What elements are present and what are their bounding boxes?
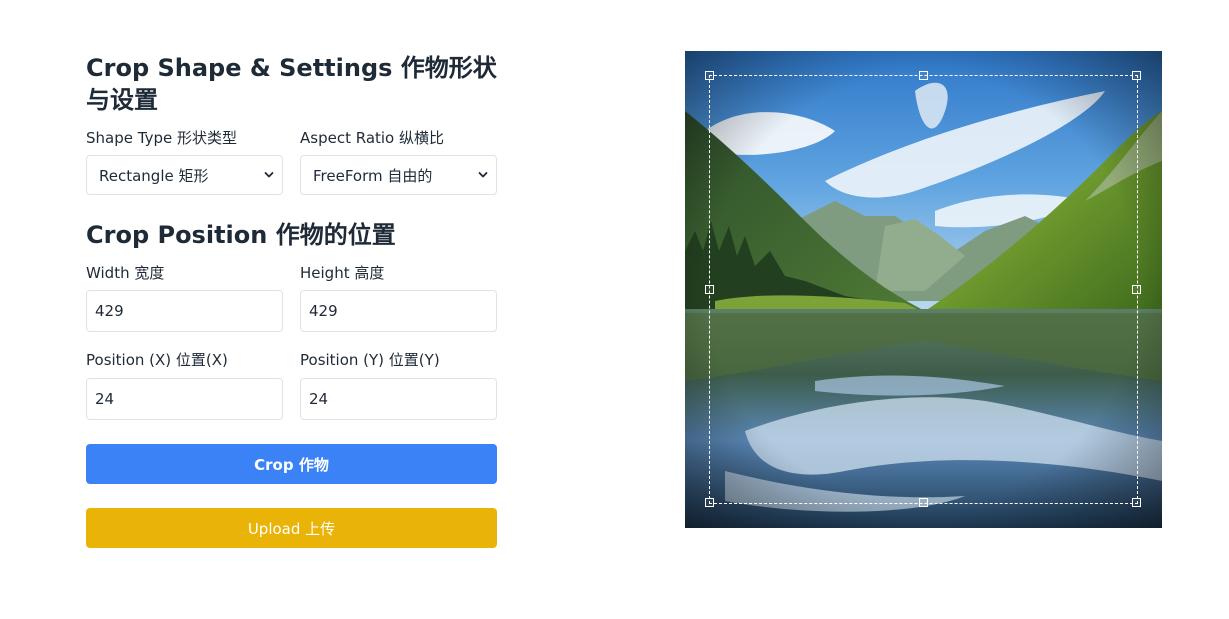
shape-settings-row: Shape Type 形状类型 Rectangle 矩形 Aspect Rati… [86, 128, 497, 195]
chevron-down-icon [264, 172, 274, 178]
aspect-ratio-label: Aspect Ratio 纵横比 [300, 129, 445, 147]
settings-panel: Crop Shape & Settings 作物形状与设置 Shape Type… [86, 52, 497, 548]
aspect-ratio-value: FreeForm 自由的 [313, 166, 433, 185]
resize-handle-left[interactable] [705, 284, 714, 294]
image-preview[interactable] [685, 51, 1162, 528]
resize-handle-top-right[interactable] [1132, 71, 1141, 80]
shape-type-group: Shape Type 形状类型 Rectangle 矩形 [86, 128, 283, 195]
position-x-label: Position (X) 位置(X) [86, 351, 228, 369]
position-x-value: 24 [95, 390, 115, 408]
upload-button[interactable]: Upload 上传 [86, 508, 497, 548]
position-x-group: Position (X) 位置(X) 24 [86, 350, 283, 420]
aspect-ratio-select[interactable]: FreeForm 自由的 [300, 155, 497, 195]
chevron-down-icon [478, 172, 488, 178]
aspect-ratio-group: Aspect Ratio 纵横比 FreeForm 自由的 [300, 128, 497, 195]
position-y-label: Position (Y) 位置(Y) [300, 351, 440, 369]
width-input[interactable]: 429 [86, 290, 283, 332]
crop-button[interactable]: Crop 作物 [86, 444, 497, 484]
resize-handle-top[interactable] [918, 71, 928, 80]
resize-handle-bottom-left[interactable] [705, 498, 714, 507]
height-label: Height 高度 [300, 264, 385, 282]
resize-handle-bottom[interactable] [918, 498, 928, 507]
crop-selection-box[interactable] [705, 71, 1141, 507]
position-y-input[interactable]: 24 [300, 378, 497, 420]
crop-position-title: Crop Position 作物的位置 [86, 221, 396, 249]
height-input[interactable]: 429 [300, 290, 497, 332]
width-group: Width 宽度 429 [86, 263, 283, 332]
position-row: Position (X) 位置(X) 24 Position (Y) 位置(Y)… [86, 350, 497, 420]
resize-handle-top-left[interactable] [705, 71, 714, 80]
crop-tool-page: Crop Shape & Settings 作物形状与设置 Shape Type… [0, 0, 1229, 619]
shape-settings-title: Crop Shape & Settings 作物形状与设置 [86, 54, 497, 114]
shape-type-select[interactable]: Rectangle 矩形 [86, 155, 283, 195]
position-x-input[interactable]: 24 [86, 378, 283, 420]
shape-type-label: Shape Type 形状类型 [86, 129, 237, 147]
position-y-value: 24 [309, 390, 329, 408]
position-y-group: Position (Y) 位置(Y) 24 [300, 350, 497, 420]
width-value: 429 [95, 302, 124, 320]
height-value: 429 [309, 302, 338, 320]
resize-handle-bottom-right[interactable] [1132, 498, 1141, 507]
height-group: Height 高度 429 [300, 263, 497, 332]
width-label: Width 宽度 [86, 264, 165, 282]
size-row: Width 宽度 429 Height 高度 429 [86, 263, 497, 332]
shape-type-value: Rectangle 矩形 [99, 166, 209, 185]
resize-handle-right[interactable] [1132, 284, 1141, 294]
